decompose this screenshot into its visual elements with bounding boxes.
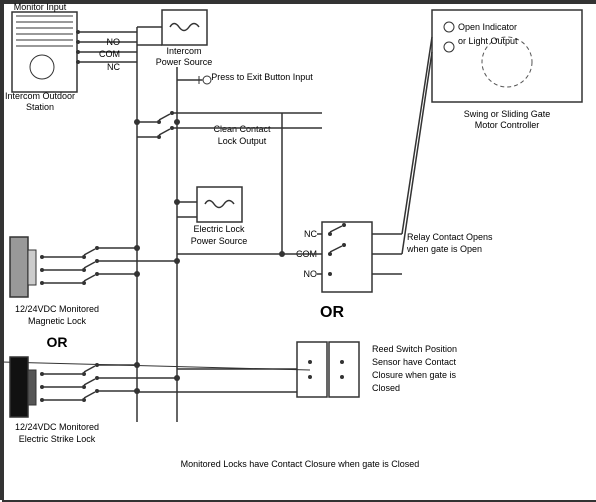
svg-text:Relay Contact Opens: Relay Contact Opens xyxy=(407,232,493,242)
svg-text:Power Source: Power Source xyxy=(191,236,248,246)
svg-text:Intercom Outdoor: Intercom Outdoor xyxy=(5,91,75,101)
svg-text:NC: NC xyxy=(304,229,317,239)
svg-text:Reed Switch Position: Reed Switch Position xyxy=(372,344,457,354)
svg-text:Station: Station xyxy=(26,102,54,112)
svg-text:when gate is Open: when gate is Open xyxy=(406,244,482,254)
svg-text:OR: OR xyxy=(47,334,68,350)
svg-text:Swing or Sliding Gate: Swing or Sliding Gate xyxy=(464,109,551,119)
svg-text:12/24VDC Monitored: 12/24VDC Monitored xyxy=(15,304,99,314)
svg-text:or Light Output: or Light Output xyxy=(458,36,518,46)
svg-text:Intercom: Intercom xyxy=(166,46,201,56)
svg-text:NO: NO xyxy=(107,37,121,47)
svg-text:NO: NO xyxy=(304,269,318,279)
svg-text:Magnetic Lock: Magnetic Lock xyxy=(28,316,87,326)
svg-text:Monitored Locks have Contact C: Monitored Locks have Contact Closure whe… xyxy=(181,459,420,469)
svg-text:Closed: Closed xyxy=(372,383,400,393)
svg-text:COM: COM xyxy=(99,49,120,59)
svg-text:Sensor have Contact: Sensor have Contact xyxy=(372,357,457,367)
svg-text:Clean Contact: Clean Contact xyxy=(213,124,271,134)
svg-text:Electric Strike Lock: Electric Strike Lock xyxy=(19,434,96,444)
svg-text:Lock Output: Lock Output xyxy=(218,136,267,146)
svg-text:Closure when gate is: Closure when gate is xyxy=(372,370,457,380)
svg-text:12/24VDC Monitored: 12/24VDC Monitored xyxy=(15,422,99,432)
svg-text:NC: NC xyxy=(107,62,120,72)
svg-text:Press to Exit Button Input: Press to Exit Button Input xyxy=(211,72,313,82)
svg-text:OR: OR xyxy=(320,304,344,321)
wiring-diagram: Monitor Input Intercom Outdoor Station I… xyxy=(0,0,596,500)
svg-text:Motor Controller: Motor Controller xyxy=(475,120,540,130)
svg-text:Monitor Input: Monitor Input xyxy=(14,2,67,12)
svg-text:Open Indicator: Open Indicator xyxy=(458,22,517,32)
svg-text:Electric Lock: Electric Lock xyxy=(193,224,245,234)
svg-text:Power Source: Power Source xyxy=(156,57,213,67)
